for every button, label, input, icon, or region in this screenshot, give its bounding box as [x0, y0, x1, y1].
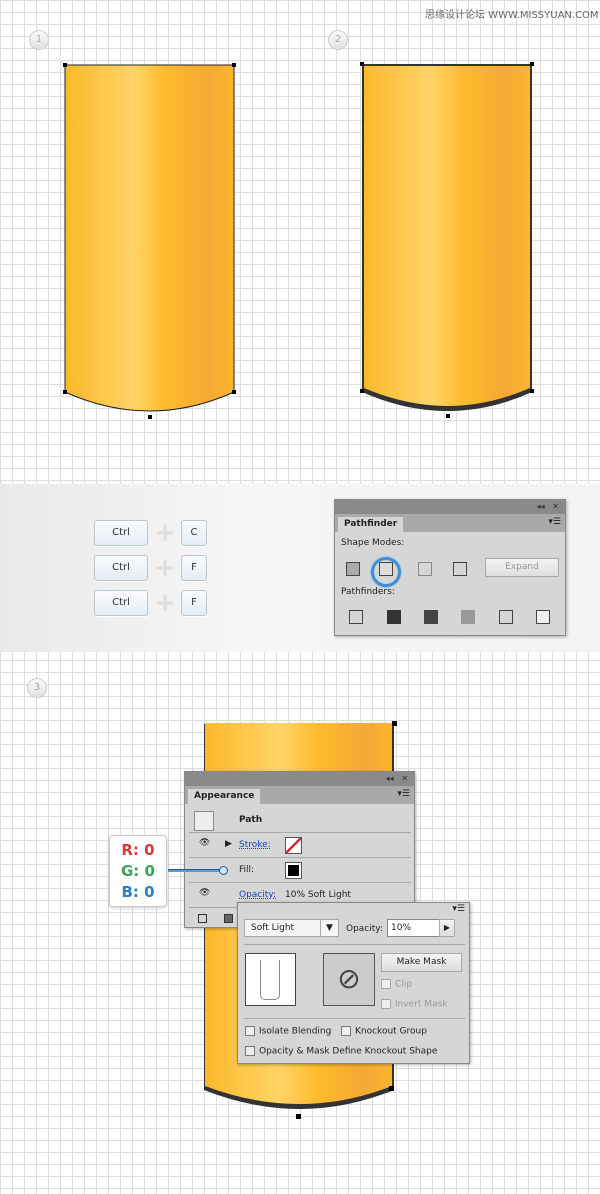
intersect-icon[interactable] — [418, 562, 432, 576]
connector-line — [168, 869, 224, 872]
knockout-group-checkbox[interactable]: Knockout Group — [341, 1026, 427, 1037]
pathfinders-label: Pathfinders: — [341, 587, 395, 597]
add-fill-icon[interactable] — [224, 914, 233, 923]
cylinder-shape-2 — [360, 62, 534, 418]
f-key: F — [181, 555, 207, 581]
minus-back-icon[interactable] — [536, 610, 550, 624]
expand-triangle-icon[interactable]: ▶ — [225, 839, 232, 849]
object-thumbnail — [245, 953, 296, 1006]
divider — [244, 944, 465, 945]
merge-icon[interactable] — [424, 610, 438, 624]
ctrl-key: Ctrl — [94, 555, 148, 581]
fill-swatch[interactable] — [285, 862, 302, 879]
opacity-label: Opacity: — [346, 924, 383, 934]
ctrl-key: Ctrl — [94, 520, 148, 546]
rgb-callout: R: 0 G: 0 B: 0 — [109, 835, 167, 907]
panel-controls[interactable]: ◂◂ ✕ — [335, 500, 565, 514]
exclude-icon[interactable] — [453, 562, 467, 576]
stroke-link[interactable]: Stroke: — [239, 840, 271, 850]
outline-icon[interactable] — [499, 610, 513, 624]
isolate-blending-checkbox[interactable]: Isolate Blending — [245, 1026, 331, 1037]
pathfinder-panel: ◂◂ ✕ Pathfinder ▾☰ Shape Modes: Expand Pa… — [334, 499, 566, 636]
knockout-shape-checkbox[interactable]: Opacity & Mask Define Knockout Shape — [245, 1046, 437, 1057]
object-name: Path — [239, 815, 263, 825]
step-number: 2 — [328, 30, 348, 50]
panel-controls[interactable]: ◂◂ ✕ — [185, 772, 414, 786]
shape-modes-label: Shape Modes: — [341, 538, 405, 548]
make-mask-button[interactable]: Make Mask — [381, 953, 462, 972]
blue-value: B: 0 — [121, 883, 155, 901]
green-value: G: 0 — [121, 862, 155, 880]
chevron-down-icon: ▼ — [320, 920, 338, 936]
plus-icon: + — [154, 553, 176, 583]
isolate-blending-label: Isolate Blending — [259, 1026, 332, 1037]
knockout-group-label: Knockout Group — [355, 1026, 427, 1037]
blend-mode-dropdown[interactable]: Soft Light ▼ — [244, 919, 339, 937]
watermark: 思缘设计论坛 WWW.MISSYUAN.COM — [425, 10, 599, 21]
stroke-swatch[interactable] — [285, 837, 302, 854]
minus-front-icon[interactable] — [379, 562, 393, 576]
crop-icon[interactable] — [461, 610, 475, 624]
ctrl-key: Ctrl — [94, 590, 148, 616]
opacity-value: 10% Soft Light — [285, 890, 351, 900]
unite-icon[interactable] — [346, 562, 360, 576]
clip-label: Clip — [395, 979, 412, 990]
panel-menu-icon[interactable]: ▾☰ — [452, 904, 465, 914]
tab-appearance[interactable]: Appearance — [188, 789, 261, 804]
plus-icon: + — [154, 518, 176, 548]
cylinder-shape-1 — [63, 63, 236, 419]
divide-icon[interactable] — [349, 610, 363, 624]
trim-icon[interactable] — [387, 610, 401, 624]
panel-menu-icon[interactable]: ▾☰ — [548, 517, 561, 527]
knockout-shape-label: Opacity & Mask Define Knockout Shape — [259, 1046, 438, 1057]
invert-mask-label: Invert Mask — [395, 999, 448, 1010]
step-number: 1 — [29, 30, 49, 50]
divider — [244, 1018, 465, 1019]
clip-checkbox[interactable]: Clip — [381, 979, 412, 990]
add-stroke-icon[interactable] — [198, 914, 207, 923]
no-mask-icon[interactable]: ⊘ — [323, 953, 375, 1006]
path-thumbnail — [194, 811, 214, 831]
eye-icon[interactable]: 👁 — [199, 888, 210, 898]
opacity-slider-arrow[interactable]: ▶ — [439, 919, 455, 937]
tab-pathfinder[interactable]: Pathfinder — [338, 517, 404, 532]
step-number: 3 — [27, 678, 47, 698]
panel-menu-icon[interactable]: ▾☰ — [397, 789, 410, 799]
expand-button[interactable]: Expand — [485, 558, 559, 577]
opacity-link[interactable]: Opacity: — [239, 890, 276, 900]
connector-dot — [219, 866, 228, 875]
eye-icon[interactable]: 👁 — [199, 838, 210, 848]
invert-mask-checkbox[interactable]: Invert Mask — [381, 999, 448, 1010]
transparency-panel: ▾☰ Soft Light ▼ Opacity: 10% ▶ ⊘ Make Mas… — [237, 902, 470, 1064]
c-key: C — [181, 520, 207, 546]
plus-icon: + — [154, 588, 176, 618]
fill-label: Fill: — [239, 865, 255, 875]
blend-mode-value: Soft Light — [251, 923, 295, 933]
red-value: R: 0 — [121, 841, 155, 859]
f-key: F — [181, 590, 207, 616]
